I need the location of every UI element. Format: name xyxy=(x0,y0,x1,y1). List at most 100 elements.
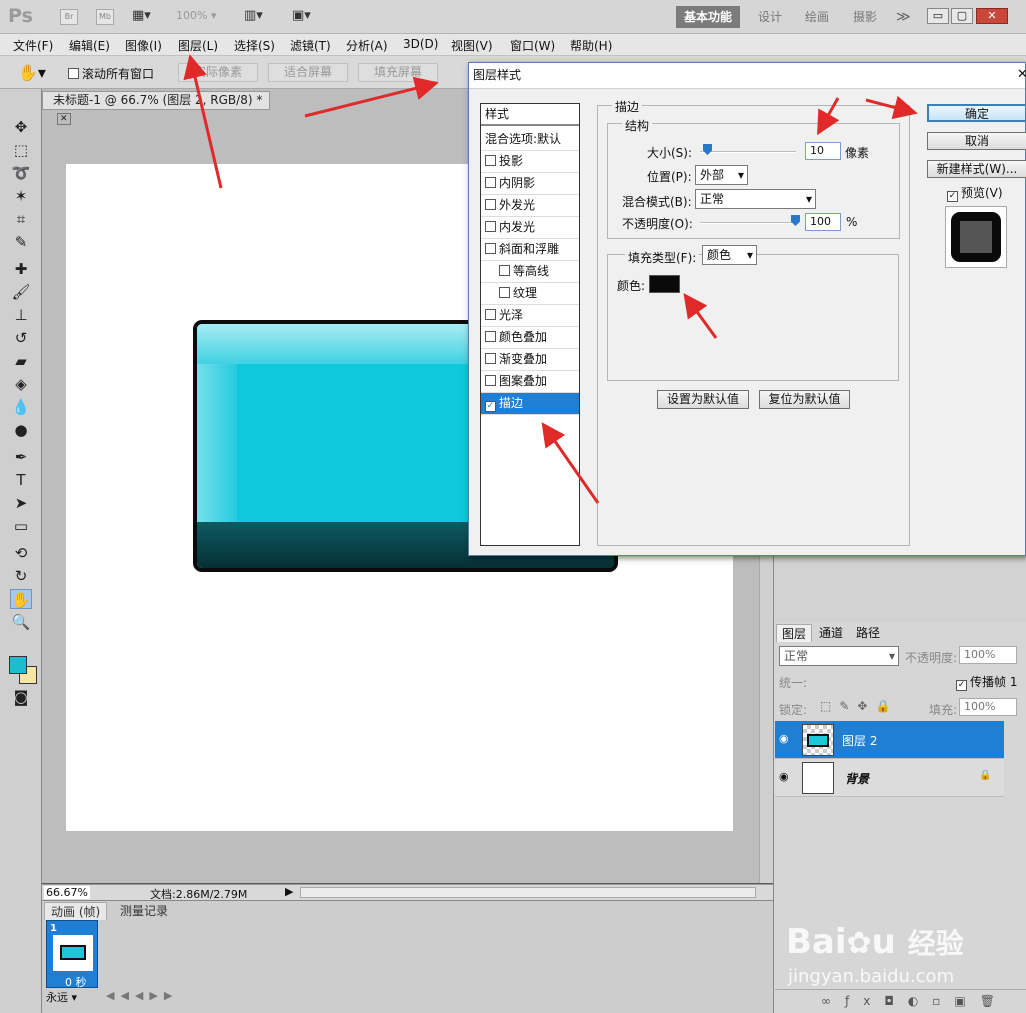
tab-channels[interactable]: 通道 xyxy=(814,624,848,642)
cancel-button[interactable]: 取消 xyxy=(927,132,1026,150)
layer-row-layer2[interactable]: ◉ 图层 2 xyxy=(775,721,1004,759)
menu-help[interactable]: 帮助(H) xyxy=(570,37,612,54)
lock-icons[interactable]: ⬚✎✥🔒 xyxy=(820,699,898,713)
checkbox-box[interactable] xyxy=(68,68,79,79)
menu-window[interactable]: 窗口(W) xyxy=(510,37,555,54)
fill-type-select[interactable]: 颜色 ▾ xyxy=(702,245,757,265)
menu-layer[interactable]: 图层(L) xyxy=(178,37,218,54)
menu-image[interactable]: 图像(I) xyxy=(125,37,162,54)
workspace-design[interactable]: 设计 xyxy=(750,6,790,28)
status-menu-arrow-icon[interactable]: ▶ xyxy=(285,885,293,898)
menu-select[interactable]: 选择(S) xyxy=(234,37,275,54)
size-input[interactable]: 10 xyxy=(805,142,841,160)
checkbox-checked-icon[interactable]: ✓ xyxy=(485,401,496,412)
styles-header[interactable]: 样式 xyxy=(481,104,579,126)
maximize-icon[interactable]: ▢ xyxy=(951,8,973,24)
fit-screen-button[interactable]: 适合屏幕 xyxy=(268,63,348,82)
hand-tool-preset-icon[interactable]: ✋▾ xyxy=(18,63,46,82)
screen-mode-icon[interactable]: ▣▾ xyxy=(292,8,311,26)
workspace-painting[interactable]: 绘画 xyxy=(797,6,837,28)
blend-mode-select[interactable]: 正常 ▾ xyxy=(695,189,816,209)
style-item[interactable]: 等高线 xyxy=(481,261,579,283)
visibility-eye-icon[interactable]: ◉ xyxy=(779,732,789,745)
move-tool-icon[interactable]: ✥ xyxy=(10,117,32,137)
checkbox-icon[interactable] xyxy=(485,243,496,254)
close-document-icon[interactable]: ✕ xyxy=(57,113,71,125)
checkbox-icon[interactable] xyxy=(485,331,496,342)
menu-analysis[interactable]: 分析(A) xyxy=(346,37,388,54)
fill-screen-button[interactable]: 填充屏幕 xyxy=(358,63,438,82)
style-item[interactable]: 渐变叠加 xyxy=(481,349,579,371)
layer-name[interactable]: 背景 xyxy=(845,770,869,787)
blur-tool-icon[interactable]: 💧 xyxy=(10,397,32,417)
new-style-button[interactable]: 新建样式(W)... xyxy=(927,160,1026,178)
checkbox-icon[interactable] xyxy=(485,309,496,320)
lasso-tool-icon[interactable]: ➰ xyxy=(10,163,32,183)
zoom-readout[interactable]: 66.67% xyxy=(44,886,90,899)
checkbox-icon[interactable] xyxy=(485,353,496,364)
more-workspaces-icon[interactable]: ≫ xyxy=(888,6,919,28)
animation-frame-1[interactable]: 1 0 秒 xyxy=(46,920,98,989)
size-slider[interactable] xyxy=(700,151,796,153)
dodge-tool-icon[interactable]: ● xyxy=(10,420,32,440)
layer-blend-mode-select[interactable]: 正常 ▾ xyxy=(779,646,899,666)
style-item[interactable]: 图案叠加 xyxy=(481,371,579,393)
dialog-close-icon[interactable]: ✕ xyxy=(1017,63,1026,87)
style-item[interactable]: 内发光 xyxy=(481,217,579,239)
menu-edit[interactable]: 编辑(E) xyxy=(69,37,110,54)
style-item[interactable]: ✓ 描边 xyxy=(481,393,579,415)
minimize-icon[interactable]: ▭ xyxy=(927,8,949,24)
tab-layers[interactable]: 图层 xyxy=(776,624,813,642)
tab-measurement-log[interactable]: 测量记录 xyxy=(114,902,174,920)
preview-checkbox[interactable]: ✓ 预览(V) xyxy=(947,184,1003,202)
3d-orbit-icon[interactable]: ↻ xyxy=(10,566,32,586)
checkbox-icon[interactable] xyxy=(485,155,496,166)
style-item[interactable]: 外发光 xyxy=(481,195,579,217)
marquee-tool-icon[interactable]: ⬚ xyxy=(10,140,32,160)
fill-field[interactable]: 100% xyxy=(959,698,1017,716)
workspace-photography[interactable]: 摄影 xyxy=(845,6,885,28)
eyedropper-icon[interactable]: ✎ xyxy=(10,232,32,252)
playback-controls[interactable]: ◀◀◀▶▶ xyxy=(106,989,178,1002)
ok-button[interactable]: 确定 xyxy=(927,104,1026,122)
menu-view[interactable]: 视图(V) xyxy=(451,37,493,54)
brush-tool-icon[interactable]: 🖌 xyxy=(10,282,32,302)
checkbox-icon[interactable] xyxy=(485,375,496,386)
menu-3d[interactable]: 3D(D) xyxy=(403,37,438,51)
crop-tool-icon[interactable]: ⌗ xyxy=(10,209,32,229)
menu-file[interactable]: 文件(F) xyxy=(13,37,53,54)
opacity-input[interactable]: 100 xyxy=(805,213,841,231)
checkbox-icon[interactable] xyxy=(499,265,510,276)
magic-wand-icon[interactable]: ✶ xyxy=(10,186,32,206)
type-tool-icon[interactable]: T xyxy=(10,470,32,490)
zoom-level-field[interactable]: 100% ▾ xyxy=(176,9,234,22)
healing-brush-icon[interactable]: ✚ xyxy=(10,259,32,279)
tab-paths[interactable]: 路径 xyxy=(851,624,885,642)
visibility-eye-icon[interactable]: ◉ xyxy=(779,770,789,783)
close-icon[interactable]: ✕ xyxy=(976,8,1008,24)
actual-pixels-button[interactable]: 实际像素 xyxy=(178,63,258,82)
dialog-titlebar[interactable]: 图层样式 ✕ xyxy=(469,63,1026,89)
clone-stamp-icon[interactable]: ⊥ xyxy=(10,305,32,325)
3d-rotate-icon[interactable]: ⟲ xyxy=(10,543,32,563)
position-select[interactable]: 外部 ▾ xyxy=(695,165,748,185)
arrange-documents-icon[interactable]: ▥▾ xyxy=(244,8,263,26)
checkbox-icon[interactable] xyxy=(485,221,496,232)
checkbox-box[interactable]: ✓ xyxy=(956,680,967,691)
menu-filter[interactable]: 滤镜(T) xyxy=(290,37,331,54)
style-item[interactable]: 混合选项:默认 xyxy=(481,129,579,151)
history-brush-icon[interactable]: ↺ xyxy=(10,328,32,348)
opacity-slider[interactable] xyxy=(700,222,796,224)
checkbox-icon[interactable] xyxy=(485,199,496,210)
propagate-frame-checkbox[interactable]: ✓ 传播帧 1 xyxy=(956,673,1017,691)
checkbox-icon[interactable] xyxy=(485,177,496,188)
path-selection-icon[interactable]: ➤ xyxy=(10,493,32,513)
foreground-color-swatch[interactable] xyxy=(9,656,27,674)
checkbox-icon[interactable] xyxy=(499,287,510,298)
workspace-basic[interactable]: 基本功能 xyxy=(676,6,741,28)
layer-opacity-field[interactable]: 100% xyxy=(959,646,1017,664)
shape-tool-icon[interactable]: ▭ xyxy=(10,516,32,536)
checkbox-box[interactable]: ✓ xyxy=(947,191,958,202)
style-item[interactable]: 投影 xyxy=(481,151,579,173)
style-item[interactable]: 纹理 xyxy=(481,283,579,305)
